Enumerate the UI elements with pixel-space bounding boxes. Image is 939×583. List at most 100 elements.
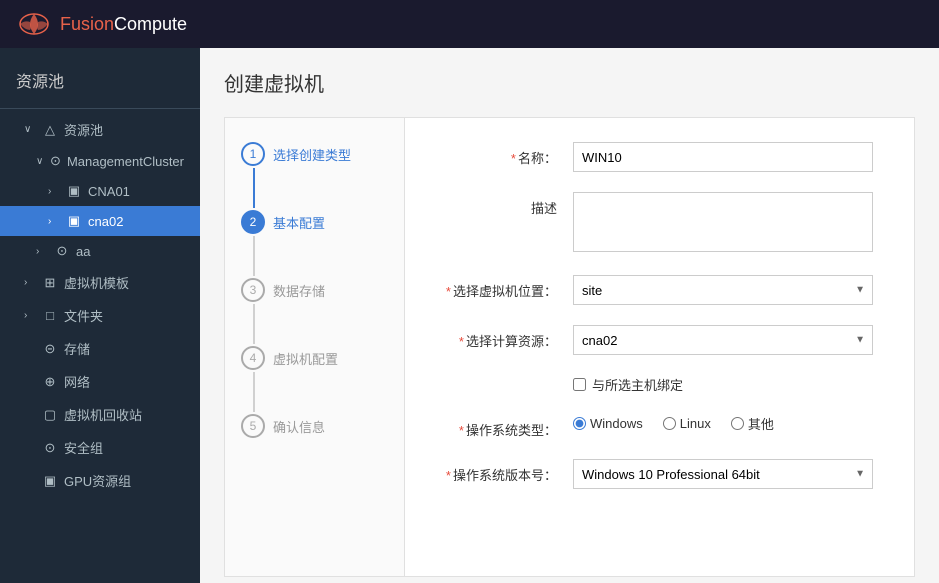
os-version-select-wrapper: Windows 10 Professional 64bit ▼ [573,459,873,489]
sidebar: 资源池 ∨ △ 资源池 ∨ ⊙ ManagementCluster › ▣ CN… [0,48,200,583]
step-1-label[interactable]: 选择创建类型 [273,145,351,164]
security-icon: ⊙ [42,440,58,456]
gpu-icon: ▣ [42,473,58,489]
step-1: 1 选择创建类型 [225,142,404,210]
os-type-row: *操作系统类型： Windows Linux [437,414,882,439]
name-label: *名称： [437,142,557,167]
sidebar-divider [0,108,200,109]
cluster-icon: ⊙ [50,153,61,169]
os-type-label: *操作系统类型： [437,414,557,439]
os-linux-option[interactable]: Linux [663,416,711,431]
logo: FusionCompute [16,10,187,38]
sidebar-item-label: 虚拟机模板 [64,273,129,292]
step-2-circle: 2 [241,210,265,234]
sidebar-item-network[interactable]: ⊕ 网络 [0,365,200,398]
recycle-icon: ▢ [42,407,58,423]
name-control [573,142,873,172]
os-other-radio[interactable] [731,417,744,430]
wizard-container: 1 选择创建类型 2 基本配置 [224,117,915,577]
compute-select[interactable]: cna02 [573,325,873,355]
os-linux-radio[interactable] [663,417,676,430]
os-linux-label: Linux [680,416,711,431]
os-type-radio-group: Windows Linux 其他 [573,414,882,433]
server-icon: ▣ [66,213,82,229]
storage-icon: ⊝ [42,341,58,357]
os-windows-label: Windows [590,416,643,431]
location-label: *选择虚拟机位置： [437,275,557,300]
sidebar-item-storage[interactable]: ⊝ 存储 [0,332,200,365]
compute-select-wrapper: cna02 ▼ [573,325,873,355]
step-3: 3 数据存储 [225,278,404,346]
sidebar-item-aa[interactable]: › ⊙ aa [0,236,200,266]
name-row: *名称： [437,142,882,172]
template-icon: ⊞ [42,275,58,291]
network-icon: ⊕ [42,374,58,390]
sidebar-item-label: cna02 [88,214,123,229]
sidebar-item-vm-recycle[interactable]: ▢ 虚拟机回收站 [0,398,200,431]
server-icon: ▣ [66,183,82,199]
sidebar-item-label: 资源池 [64,120,103,139]
sidebar-item-management-cluster[interactable]: ∨ ⊙ ManagementCluster [0,146,200,176]
page-title: 创建虚拟机 [224,68,915,97]
location-row: *选择虚拟机位置： site ▼ [437,275,882,305]
location-select[interactable]: site [573,275,873,305]
step-3-label[interactable]: 数据存储 [273,281,325,300]
compute-label: *选择计算资源： [437,325,557,350]
step-2: 2 基本配置 [225,210,404,278]
step-1-connector [253,168,255,208]
os-version-label: *操作系统版本号： [437,459,557,484]
step-5-label[interactable]: 确认信息 [273,417,325,436]
toggle-icon: ∨ [36,156,44,167]
sidebar-item-cna02[interactable]: › ▣ cna02 [0,206,200,236]
desc-row: 描述 [437,192,882,255]
desc-textarea[interactable] [573,192,873,252]
name-input[interactable] [573,142,873,172]
sidebar-item-label: 存储 [64,339,90,358]
folder-icon: □ [42,308,58,323]
sidebar-item-security-group[interactable]: ⊙ 安全组 [0,431,200,464]
os-windows-option[interactable]: Windows [573,416,643,431]
sidebar-item-label: 安全组 [64,438,103,457]
compute-row: *选择计算资源： cna02 ▼ [437,325,882,355]
sidebar-item-resource-pool[interactable]: ∨ △ 资源池 [0,113,200,146]
os-version-row: *操作系统版本号： Windows 10 Professional 64bit … [437,459,882,489]
step-2-label[interactable]: 基本配置 [273,213,325,232]
step-4-row: 4 虚拟机配置 [225,346,404,370]
sidebar-item-label: 网络 [64,372,90,391]
bind-checkbox[interactable] [573,378,586,391]
desc-control [573,192,873,255]
sidebar-section-title: 资源池 [0,60,200,104]
bind-label[interactable]: 与所选主机绑定 [592,375,683,394]
content-wrapper: 创建虚拟机 1 选择创建类型 2 [224,68,915,583]
sidebar-item-cna01[interactable]: › ▣ CNA01 [0,176,200,206]
sidebar-item-label: GPU资源组 [64,471,131,490]
toggle-icon: › [48,186,60,197]
sidebar-item-label: CNA01 [88,184,130,199]
os-version-select[interactable]: Windows 10 Professional 64bit [573,459,873,489]
sidebar-item-vm-template[interactable]: › ⊞ 虚拟机模板 [0,266,200,299]
step-4: 4 虚拟机配置 [225,346,404,414]
os-other-option[interactable]: 其他 [731,414,774,433]
sidebar-item-label: 文件夹 [64,306,103,325]
step-3-connector [253,304,255,344]
os-other-label: 其他 [748,414,774,433]
sidebar-item-label: 虚拟机回收站 [64,405,142,424]
desc-label: 描述 [437,192,557,217]
step-3-row: 3 数据存储 [225,278,404,302]
step-4-label[interactable]: 虚拟机配置 [273,349,338,368]
os-windows-radio[interactable] [573,417,586,430]
toggle-icon: ∨ [24,124,36,135]
location-select-wrapper: site ▼ [573,275,873,305]
header: FusionCompute [0,0,939,48]
sidebar-item-label: aa [76,244,90,259]
step-4-connector [253,372,255,412]
sidebar-item-gpu-group[interactable]: ▣ GPU资源组 [0,464,200,497]
step-5-circle: 5 [241,414,265,438]
sidebar-item-label: ManagementCluster [67,154,184,169]
step-5-row: 5 确认信息 [225,414,404,438]
sidebar-item-folder[interactable]: › □ 文件夹 [0,299,200,332]
huawei-logo-icon [16,10,52,38]
step-1-row: 1 选择创建类型 [225,142,404,166]
toggle-icon: › [24,277,36,288]
bind-row: 与所选主机绑定 [437,375,882,394]
